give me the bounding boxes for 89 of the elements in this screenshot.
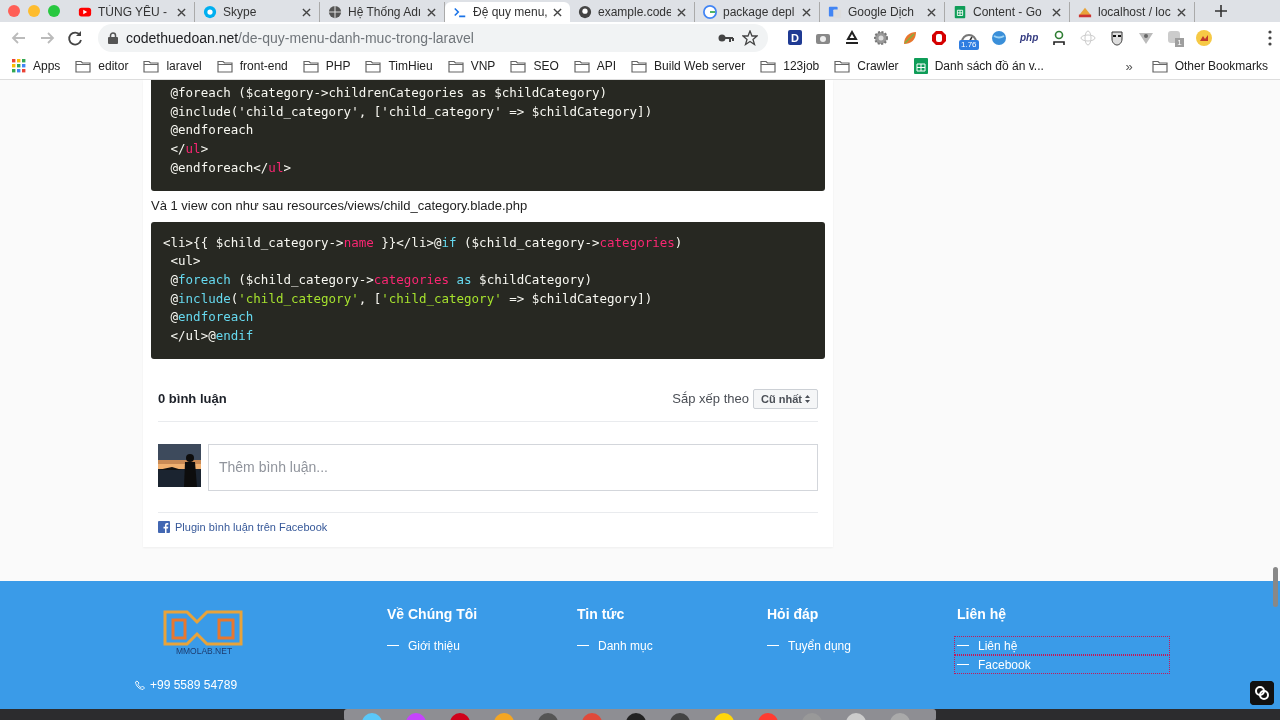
folder-icon bbox=[1151, 59, 1168, 73]
close-tab-icon[interactable] bbox=[1177, 7, 1186, 17]
close-tab-icon[interactable] bbox=[177, 7, 186, 17]
apps-grid-icon bbox=[12, 59, 26, 73]
close-tab-icon[interactable] bbox=[677, 7, 686, 17]
bookmark-link[interactable]: Other Bookmarks bbox=[1174, 59, 1268, 73]
code-line: @include('child_category', ['child_category' => $childCategory]) bbox=[169, 102, 653, 121]
bookmark-link[interactable]: laravel bbox=[166, 59, 202, 73]
folder-icon bbox=[143, 59, 160, 73]
tab-favicon-icon bbox=[828, 5, 842, 19]
code-line: </ul> bbox=[169, 140, 209, 159]
close-tab-icon[interactable] bbox=[427, 7, 436, 17]
bookmark-link[interactable]: Danh sách đồ án v... bbox=[934, 59, 1044, 73]
sort-label: Sắp xếp theo bbox=[672, 391, 749, 407]
tab-favicon-icon bbox=[703, 5, 717, 19]
bookmark-link[interactable]: Crawler bbox=[857, 59, 899, 73]
folder-icon bbox=[216, 59, 233, 73]
bookmark-link[interactable]: VNP bbox=[470, 59, 496, 73]
folder-icon bbox=[75, 59, 92, 73]
paragraph: Và 1 view con như sau resources/views/child_category.blade.php bbox=[151, 197, 529, 213]
sort-dropdown[interactable]: Cũ nhất bbox=[753, 388, 818, 409]
close-tab-icon[interactable] bbox=[1052, 7, 1061, 17]
link-icon[interactable] bbox=[1250, 681, 1274, 705]
tab-favicon-icon bbox=[1078, 5, 1092, 19]
stop-sign-icon[interactable] bbox=[931, 29, 947, 46]
extension-letter-icon[interactable]: D bbox=[788, 30, 802, 45]
code-line: <ul> bbox=[169, 252, 201, 271]
code-line: @endforeach</ul> bbox=[169, 158, 291, 177]
bookmark-link[interactable]: Apps bbox=[33, 59, 61, 73]
bookmark-link[interactable]: SEO bbox=[533, 59, 559, 73]
folder-icon bbox=[631, 59, 648, 73]
close-tab-icon[interactable] bbox=[802, 7, 811, 17]
bookmark-link[interactable]: editor bbox=[98, 59, 129, 73]
gear-icon[interactable] bbox=[873, 29, 889, 46]
lock-icon bbox=[108, 31, 118, 44]
footer-heading: Tin tức bbox=[577, 606, 626, 622]
bookmark-link[interactable]: 123job bbox=[783, 59, 820, 73]
spreadsheet-icon bbox=[913, 58, 928, 74]
close-tab-icon[interactable] bbox=[302, 7, 311, 17]
tab-favicon-icon bbox=[953, 5, 967, 19]
footer-heading: Liên hệ bbox=[957, 606, 1007, 622]
folder-icon bbox=[510, 59, 527, 73]
leaf-icon[interactable] bbox=[902, 29, 918, 46]
tab-favicon-icon bbox=[578, 5, 592, 19]
person-icon[interactable] bbox=[1051, 29, 1068, 46]
folder-icon bbox=[573, 59, 590, 73]
code-line: </ul>@endif bbox=[169, 327, 254, 346]
code-line: @endforeach bbox=[169, 121, 254, 140]
comment-count: 0 bình luận bbox=[158, 391, 227, 407]
folder-icon bbox=[302, 59, 319, 73]
footer-heading: Về Chúng Tôi bbox=[387, 606, 479, 622]
tab-favicon-icon bbox=[453, 5, 467, 19]
tab-favicon-icon bbox=[203, 5, 217, 19]
code-line: @foreach ($child_category->categories as $childCategory) bbox=[169, 270, 592, 289]
bookmark-link[interactable]: front-end bbox=[239, 59, 288, 73]
star-icon[interactable] bbox=[742, 29, 758, 46]
new-tab-icon[interactable] bbox=[1215, 4, 1227, 17]
tab-favicon-icon bbox=[78, 5, 92, 19]
bookmark-link[interactable]: Build Web server bbox=[654, 59, 746, 73]
phone-number: +99 5589 54789 bbox=[150, 678, 238, 692]
globe-icon[interactable] bbox=[991, 29, 1007, 46]
profile-avatar-icon[interactable] bbox=[1196, 29, 1213, 46]
plugin-link[interactable]: Plugin bình luận trên Facebook bbox=[175, 520, 328, 533]
code-line: @include('child_category', ['child_category' => $childCategory]) bbox=[169, 289, 653, 308]
phone-icon bbox=[135, 680, 145, 690]
extension-php-icon[interactable]: php bbox=[1020, 32, 1039, 43]
facebook-icon bbox=[158, 520, 170, 533]
bookmark-link[interactable]: TimHieu bbox=[388, 59, 433, 73]
code-line: <li>{{ $child_category->name }}</li>@if ($child_category->categories) bbox=[163, 233, 683, 252]
tab-favicon-icon bbox=[328, 5, 342, 19]
key-icon[interactable] bbox=[718, 32, 734, 43]
browser-tab[interactable]: Đệ quy menu, bbox=[445, 2, 570, 22]
close-tab-icon[interactable] bbox=[927, 7, 936, 17]
more-bookmarks-button[interactable]: » bbox=[1125, 58, 1133, 74]
code-line: @endforeach bbox=[169, 308, 254, 327]
folder-icon bbox=[447, 59, 464, 73]
close-tab-icon[interactable] bbox=[553, 7, 562, 17]
code-line: @foreach ($category->childrenCategories as $childCategory) bbox=[169, 84, 607, 102]
folder-icon bbox=[365, 59, 382, 73]
folder-icon bbox=[834, 59, 851, 73]
bookmark-link[interactable]: API bbox=[596, 59, 617, 73]
folder-icon bbox=[760, 59, 777, 73]
comment-input[interactable]: Thêm bình luận... bbox=[208, 443, 818, 491]
sort-caret-icon bbox=[805, 394, 810, 403]
address-bar[interactable]: codethuedoan.net/de-quy-menu-danh-muc-trong-laravel bbox=[98, 23, 768, 52]
bookmark-link[interactable]: PHP bbox=[325, 59, 351, 73]
menu-icon[interactable] bbox=[1268, 29, 1272, 46]
footer-heading: Hỏi đáp bbox=[767, 606, 820, 622]
mask-icon[interactable] bbox=[1109, 29, 1126, 46]
